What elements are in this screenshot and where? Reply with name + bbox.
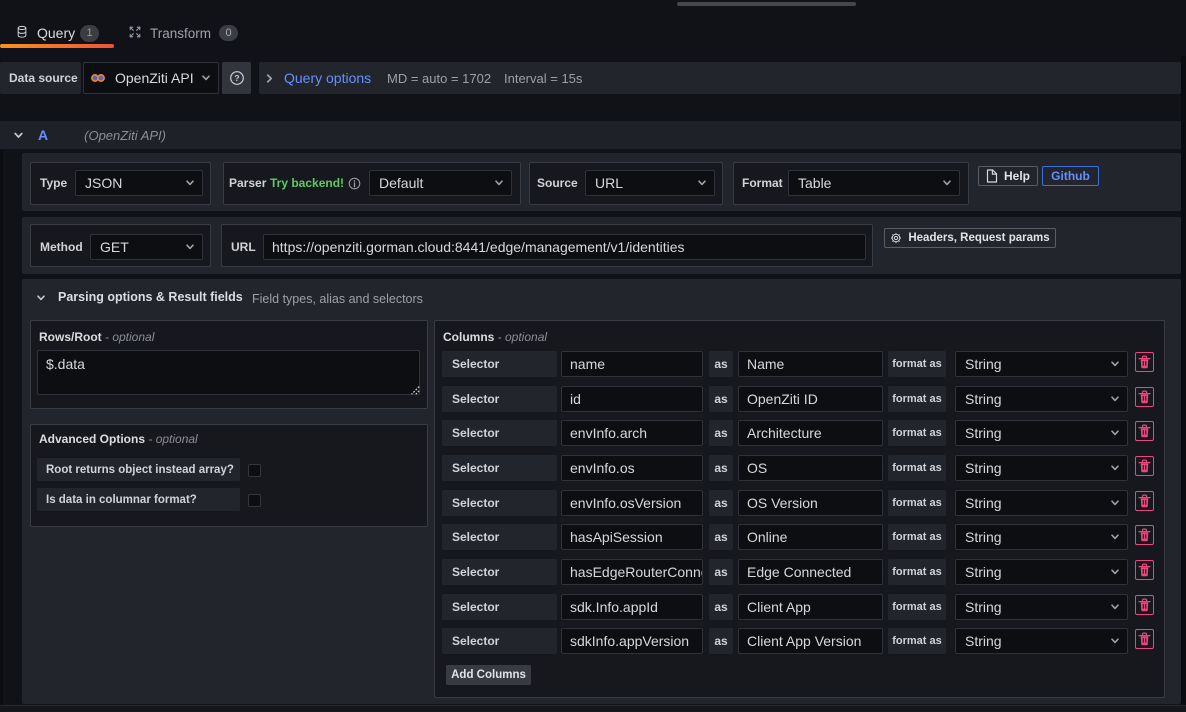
svg-text:?: ? [234, 73, 239, 83]
